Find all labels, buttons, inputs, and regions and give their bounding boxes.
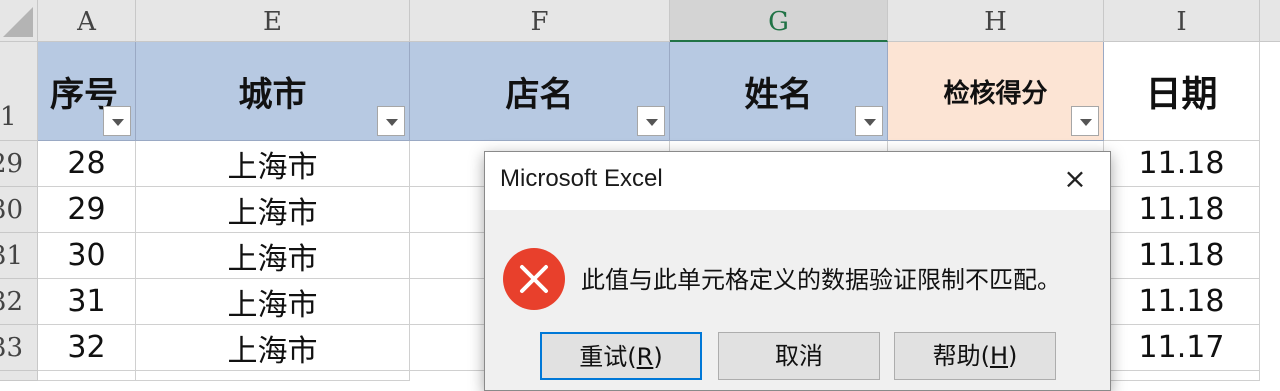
- cell-index[interactable]: 32: [38, 325, 136, 371]
- cell-date[interactable]: [1104, 371, 1260, 381]
- row-header-32[interactable]: 32: [0, 279, 38, 325]
- help-button-label: 帮助(: [932, 342, 990, 370]
- cell-city[interactable]: [136, 371, 410, 381]
- header-cell-store[interactable]: 店名: [410, 42, 670, 141]
- error-dialog: Microsoft Excel × 此值与此单元格定义的数据验证限制不匹配。 重…: [484, 151, 1111, 391]
- row-header-29[interactable]: 29: [0, 141, 38, 187]
- column-header-f[interactable]: F: [410, 0, 670, 42]
- cell-date[interactable]: 11.18: [1104, 187, 1260, 233]
- dialog-message: 此值与此单元格定义的数据验证限制不匹配。: [581, 266, 1061, 294]
- header-label-city: 城市: [238, 74, 307, 115]
- cell-date[interactable]: 11.18: [1104, 141, 1260, 187]
- header-label-score: 检核得分: [943, 78, 1048, 109]
- filter-dropdown-name[interactable]: [855, 106, 883, 136]
- retry-button[interactable]: 重试(R): [540, 332, 702, 380]
- cell-index[interactable]: 30: [38, 233, 136, 279]
- select-all-corner[interactable]: [0, 0, 38, 42]
- row-header-30[interactable]: 30: [0, 187, 38, 233]
- header-label-date: 日期: [1145, 74, 1218, 115]
- column-header-a[interactable]: A: [38, 0, 136, 42]
- help-button[interactable]: 帮助(H): [894, 332, 1056, 380]
- cell-index[interactable]: 31: [38, 279, 136, 325]
- dialog-title: Microsoft Excel: [500, 165, 663, 192]
- cell-index[interactable]: 28: [38, 141, 136, 187]
- header-cell-index[interactable]: 序号: [38, 42, 136, 141]
- retry-button-accesskey: R: [636, 343, 654, 371]
- cell-city[interactable]: 上海市: [136, 279, 410, 325]
- header-cell-date[interactable]: 日期: [1104, 42, 1260, 141]
- filter-dropdown-index[interactable]: [103, 106, 131, 136]
- column-header-h[interactable]: H: [888, 0, 1104, 42]
- error-icon: [503, 248, 565, 310]
- column-header-next[interactable]: [1260, 0, 1280, 42]
- row-header-33[interactable]: 33: [0, 325, 38, 371]
- retry-button-suffix: ): [653, 343, 663, 371]
- close-icon[interactable]: ×: [1060, 164, 1090, 194]
- cancel-button-label: 取消: [775, 342, 823, 370]
- header-cell-score[interactable]: 检核得分: [888, 42, 1104, 141]
- help-button-suffix: ): [1008, 342, 1018, 370]
- row-header-34[interactable]: [0, 371, 38, 381]
- cell-date[interactable]: 11.18: [1104, 279, 1260, 325]
- cell-city[interactable]: 上海市: [136, 233, 410, 279]
- column-header-e[interactable]: E: [136, 0, 410, 42]
- column-header-g[interactable]: G: [670, 0, 888, 42]
- cancel-button[interactable]: 取消: [718, 332, 880, 380]
- header-label-store: 店名: [505, 74, 574, 115]
- cell-date[interactable]: 11.18: [1104, 233, 1260, 279]
- header-label-name: 姓名: [744, 74, 813, 115]
- help-button-accesskey: H: [989, 342, 1009, 370]
- filter-dropdown-store[interactable]: [637, 106, 665, 136]
- cell-city[interactable]: 上海市: [136, 141, 410, 187]
- column-header-i[interactable]: I: [1104, 0, 1260, 42]
- row-header-31[interactable]: 31: [0, 233, 38, 279]
- header-cell-city[interactable]: 城市: [136, 42, 410, 141]
- filter-dropdown-city[interactable]: [377, 106, 405, 136]
- dialog-title-bar[interactable]: Microsoft Excel ×: [485, 152, 1110, 210]
- row-header-1[interactable]: 1: [0, 42, 38, 141]
- cell-date[interactable]: 11.17: [1104, 325, 1260, 371]
- cell-index[interactable]: 29: [38, 187, 136, 233]
- filter-dropdown-score[interactable]: [1071, 106, 1099, 136]
- header-cell-name[interactable]: 姓名: [670, 42, 888, 141]
- retry-button-label: 重试(: [579, 343, 637, 371]
- cell-city[interactable]: 上海市: [136, 187, 410, 233]
- cell-index[interactable]: [38, 371, 136, 381]
- cell-city[interactable]: 上海市: [136, 325, 410, 371]
